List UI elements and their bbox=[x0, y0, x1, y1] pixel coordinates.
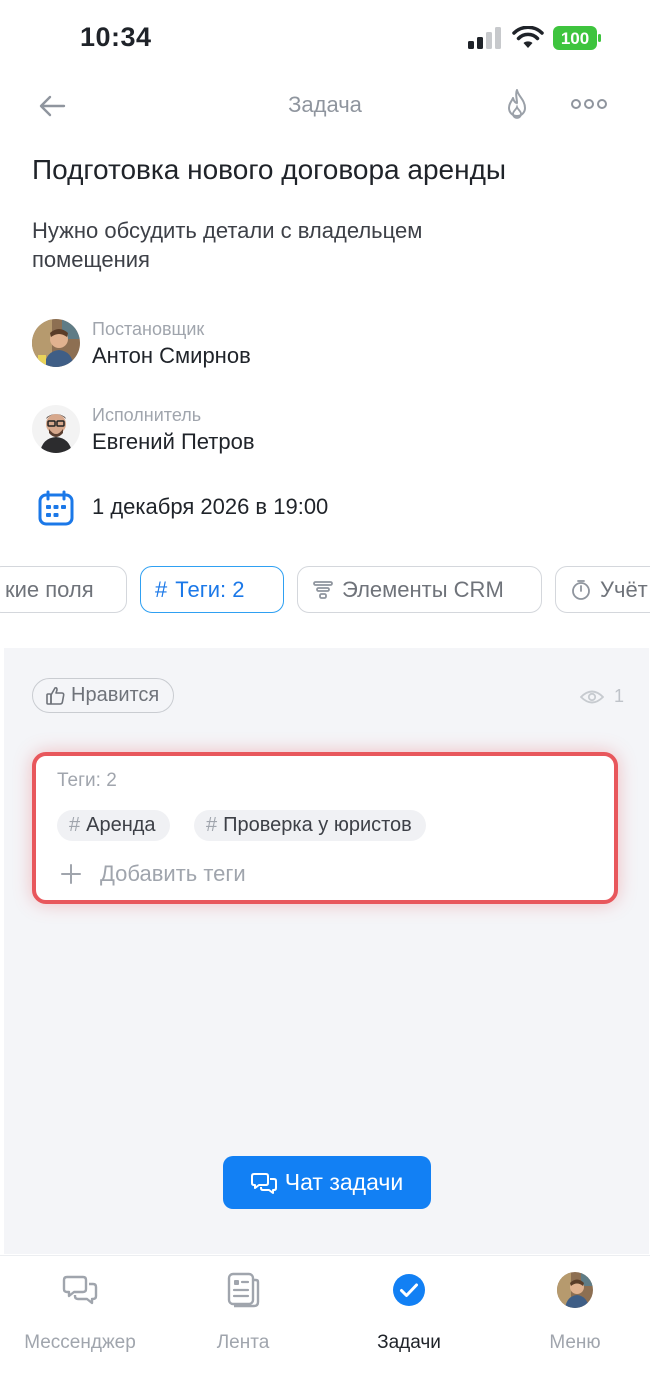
chip-time-tracking-label: Учёт bbox=[600, 576, 648, 602]
task-chat-button[interactable]: Чат задачи bbox=[223, 1156, 431, 1209]
tab-feed[interactable]: Лента bbox=[163, 1272, 323, 1353]
nav-bar: Задача bbox=[0, 80, 650, 130]
feed-icon bbox=[227, 1272, 260, 1308]
add-tags-label: Добавить теги bbox=[100, 861, 246, 886]
tags-card-title: Теги: 2 bbox=[57, 770, 117, 791]
assignee-row[interactable]: Исполнитель Евгений Петров bbox=[32, 405, 592, 465]
status-bar: 10:34 100 bbox=[0, 0, 650, 80]
hash-icon: # bbox=[206, 814, 218, 836]
wifi-icon bbox=[512, 26, 544, 48]
assignee-role-label: Исполнитель bbox=[92, 405, 202, 425]
battery-icon: 100 bbox=[553, 26, 601, 50]
menu-avatar bbox=[557, 1272, 593, 1308]
page-title: Задача bbox=[288, 92, 362, 117]
checkmark-circle-icon bbox=[393, 1274, 425, 1306]
creator-name: Антон Смирнов bbox=[92, 343, 251, 368]
task-chat-label: Чат задачи bbox=[284, 1169, 404, 1195]
tags-card: Теги: 2 # Аренда # Проверка у юристов До… bbox=[32, 752, 618, 904]
field-chips: кие поля # Теги: 2 Элементы CRM Учёт bbox=[0, 566, 650, 614]
chip-crm-elements[interactable]: Элементы CRM bbox=[297, 566, 542, 613]
hash-icon: # bbox=[155, 576, 168, 602]
tab-tasks-label: Задачи bbox=[377, 1332, 441, 1353]
chip-custom-fields[interactable]: кие поля bbox=[0, 566, 127, 613]
views-count: 1 bbox=[614, 686, 625, 706]
tab-messenger-label: Мессенджер bbox=[24, 1332, 136, 1353]
tab-menu[interactable]: Меню bbox=[495, 1272, 650, 1353]
deadline-row[interactable]: 1 декабря 2026 в 19:00 bbox=[38, 490, 538, 530]
task-description: Нужно обсудить детали с владельцем помещ… bbox=[32, 218, 423, 272]
deadline-text: 1 декабря 2026 в 19:00 bbox=[92, 494, 329, 519]
flame-icon[interactable] bbox=[502, 88, 532, 122]
tag-item[interactable]: # Аренда bbox=[57, 810, 170, 841]
filter-funnel-icon bbox=[313, 580, 333, 599]
hash-icon: # bbox=[69, 814, 81, 836]
tag-label: Аренда bbox=[86, 814, 156, 836]
bottom-tab-bar: Мессенджер Лента Задачи Меню bbox=[0, 1255, 650, 1397]
assignee-name: Евгений Петров bbox=[92, 429, 255, 454]
thumbs-up-icon bbox=[46, 686, 65, 705]
task-title: Подготовка нового договора аренды bbox=[32, 154, 507, 185]
add-tags-button[interactable]: Добавить теги bbox=[60, 856, 246, 892]
tab-feed-label: Лента bbox=[216, 1332, 270, 1353]
battery-level: 100 bbox=[561, 29, 589, 48]
tab-menu-label: Меню bbox=[549, 1332, 601, 1353]
chip-custom-fields-label: кие поля bbox=[5, 576, 94, 602]
tag-label: Проверка у юристов bbox=[223, 814, 412, 836]
calendar-icon bbox=[38, 490, 74, 526]
chat-bubbles-icon bbox=[250, 1172, 277, 1194]
more-icon[interactable] bbox=[570, 94, 608, 114]
tab-tasks[interactable]: Задачи bbox=[329, 1272, 489, 1353]
like-button[interactable]: Нравится bbox=[32, 678, 175, 713]
task-panel: Нравится 1 Теги: 2 # Аренда # Проверка у… bbox=[4, 648, 649, 1254]
status-time: 10:34 bbox=[80, 22, 152, 52]
plus-icon bbox=[61, 864, 81, 884]
creator-row[interactable]: Постановщик Антон Смирнов bbox=[32, 319, 592, 379]
cellular-signal-icon bbox=[468, 27, 501, 49]
eye-icon bbox=[580, 690, 604, 703]
tab-messenger[interactable]: Мессенджер bbox=[0, 1272, 160, 1353]
chip-time-tracking[interactable]: Учёт bbox=[555, 566, 650, 613]
tag-item[interactable]: # Проверка у юристов bbox=[194, 810, 426, 841]
chip-tags-label: Теги: 2 bbox=[175, 576, 245, 602]
stopwatch-icon bbox=[572, 579, 590, 600]
views-counter: 1 bbox=[580, 686, 624, 707]
assignee-avatar bbox=[32, 405, 80, 453]
chip-crm-elements-label: Элементы CRM bbox=[342, 576, 504, 602]
like-label: Нравится bbox=[71, 684, 160, 706]
creator-avatar bbox=[32, 319, 80, 367]
creator-role-label: Постановщик bbox=[92, 319, 205, 339]
chip-tags[interactable]: # Теги: 2 bbox=[140, 566, 284, 613]
messenger-icon bbox=[62, 1275, 98, 1305]
